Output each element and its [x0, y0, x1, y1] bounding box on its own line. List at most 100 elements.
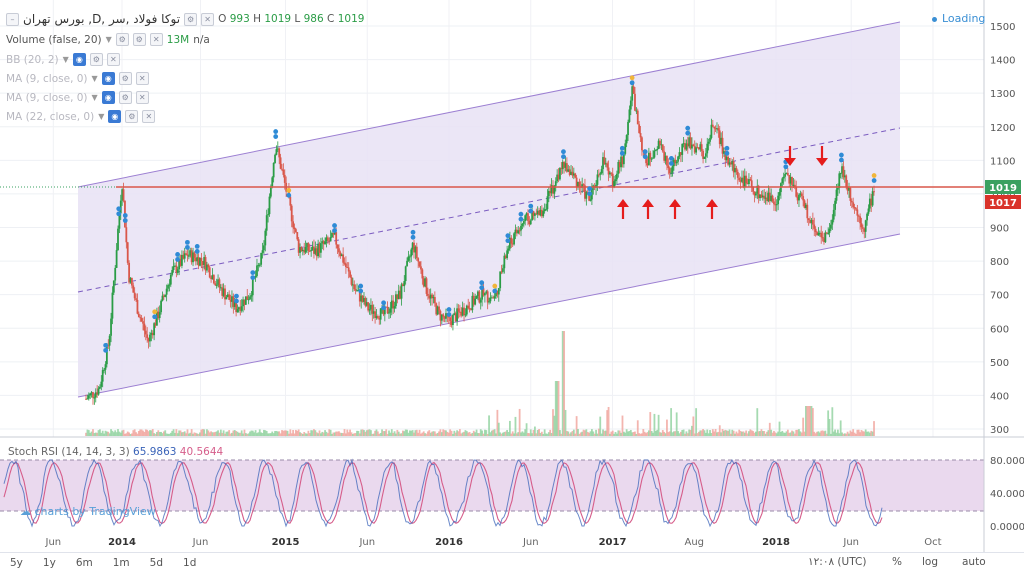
candle-body: [185, 253, 187, 255]
candle-body: [675, 161, 678, 164]
close-icon[interactable]: ✕: [149, 33, 163, 46]
candle-body: [354, 289, 357, 291]
signal-marker: [358, 288, 364, 294]
settings-icon[interactable]: ⚙: [184, 12, 198, 26]
candle-body: [261, 250, 264, 253]
tradingview-watermark[interactable]: ☁ charts by TradingView: [20, 505, 156, 518]
candle-body: [589, 199, 592, 201]
svg-text:1019: 1019: [989, 183, 1017, 194]
candle-body: [353, 284, 356, 290]
candle-body: [507, 248, 510, 251]
candle-body: [659, 140, 661, 145]
candle-body: [735, 168, 738, 172]
signal-marker: [122, 213, 128, 218]
candle-body: [130, 278, 133, 286]
time-tick: Jun: [842, 537, 859, 548]
candle-body: [736, 171, 739, 178]
chevron-down-icon[interactable]: ▼: [92, 93, 98, 102]
range-6m-button[interactable]: 6m: [66, 557, 103, 569]
settings-icon[interactable]: ⚙: [89, 53, 103, 66]
close-icon[interactable]: ✕: [106, 53, 120, 66]
close-icon[interactable]: ✕: [135, 91, 149, 104]
signal-marker: [446, 312, 452, 317]
signal-marker: [185, 244, 190, 250]
indicator-bb[interactable]: BB (20, 2) ▼ ◉ ⚙ ✕: [6, 53, 120, 66]
signal-marker: [286, 192, 292, 198]
candle-body: [207, 264, 210, 268]
candle-body: [187, 255, 190, 257]
settings-icon[interactable]: ⚙: [132, 33, 146, 46]
candle-body: [506, 250, 509, 259]
candle-body: [859, 216, 862, 224]
candle-body: [745, 175, 748, 184]
candle-body: [529, 220, 532, 225]
range-5y-button[interactable]: 5y: [0, 557, 33, 569]
chevron-down-icon[interactable]: ▼: [98, 112, 104, 121]
eye-icon[interactable]: ◉: [108, 110, 122, 123]
settings-icon[interactable]: ⚙: [118, 91, 132, 104]
price-chart[interactable]: 1500140013001200110010009008007006005004…: [0, 0, 1024, 572]
signal-marker: [518, 216, 524, 222]
range-1d-button[interactable]: 1d: [173, 557, 206, 569]
candle-body: [873, 191, 875, 193]
symbol-title[interactable]: بورس تهران ,D, توکا فولاد ,سر: [23, 12, 180, 26]
candle-body: [400, 284, 403, 299]
price-tick: 700: [990, 291, 1009, 302]
candle-body: [143, 323, 146, 331]
chevron-down-icon[interactable]: ▼: [92, 74, 98, 83]
candle-body: [616, 173, 618, 180]
close-icon[interactable]: ✕: [142, 110, 156, 123]
close-icon[interactable]: ✕: [201, 12, 215, 26]
candle-body: [806, 204, 809, 219]
chevron-down-icon[interactable]: ▼: [63, 55, 69, 64]
candle-body: [656, 149, 659, 151]
candle-body: [283, 174, 286, 183]
candle-body: [393, 306, 396, 309]
candle-body: [292, 221, 295, 228]
eye-icon[interactable]: ◉: [72, 53, 86, 66]
indicator-ma-2[interactable]: MA (9, close, 0) ▼ ◉ ⚙ ✕: [6, 91, 149, 104]
log-toggle[interactable]: log: [922, 556, 938, 568]
indicator-ma-1[interactable]: MA (9, close, 0) ▼ ◉ ⚙ ✕: [6, 72, 149, 85]
candle-body: [89, 393, 92, 396]
candle-body: [641, 137, 643, 151]
eye-icon[interactable]: ◉: [101, 72, 115, 85]
candle-body: [115, 250, 118, 268]
signal-marker: [642, 149, 648, 155]
candle-body: [271, 177, 274, 187]
stoch-k-value: 65.9863: [133, 446, 177, 458]
candle-body: [122, 189, 125, 201]
range-5d-button[interactable]: 5d: [140, 557, 173, 569]
candle-body: [782, 176, 785, 179]
signal-marker: [194, 243, 200, 249]
percent-toggle[interactable]: %: [892, 556, 902, 568]
settings-icon[interactable]: ⚙: [115, 33, 129, 46]
candle-body: [376, 316, 379, 319]
candle-body: [671, 166, 674, 173]
close-icon[interactable]: ✕: [135, 72, 149, 85]
candle-body: [850, 200, 853, 203]
range-1m-button[interactable]: 1m: [103, 557, 140, 569]
candle-body: [256, 265, 258, 276]
time-tick: Jun: [358, 537, 375, 548]
range-1y-button[interactable]: 1y: [33, 557, 66, 569]
indicator-volume[interactable]: Volume (false, 20) ▼ ⚙ ⚙ ✕ 13M n/a: [6, 33, 210, 46]
candle-body: [510, 237, 513, 244]
candle-body: [670, 172, 673, 174]
candle-body: [208, 267, 211, 278]
candle-body: [813, 224, 816, 229]
candle-body: [653, 150, 656, 158]
indicator-ma-3[interactable]: MA (22, close, 0) ▼ ◉ ⚙ ✕: [6, 110, 156, 123]
settings-icon[interactable]: ⚙: [125, 110, 139, 123]
candle-body: [164, 294, 167, 297]
candle-body: [467, 305, 470, 309]
stoch-rsi-legend[interactable]: Stoch RSI (14, 14, 3, 3) 65.9863 40.5644: [8, 446, 223, 458]
candle-body: [475, 296, 478, 299]
settings-icon[interactable]: ⚙: [118, 72, 132, 85]
collapse-icon[interactable]: –: [6, 12, 19, 26]
eye-icon[interactable]: ◉: [101, 91, 115, 104]
auto-toggle[interactable]: auto: [962, 556, 986, 568]
signal-marker: [668, 161, 674, 166]
chevron-down-icon[interactable]: ▼: [106, 35, 112, 44]
candle-body: [125, 227, 128, 243]
